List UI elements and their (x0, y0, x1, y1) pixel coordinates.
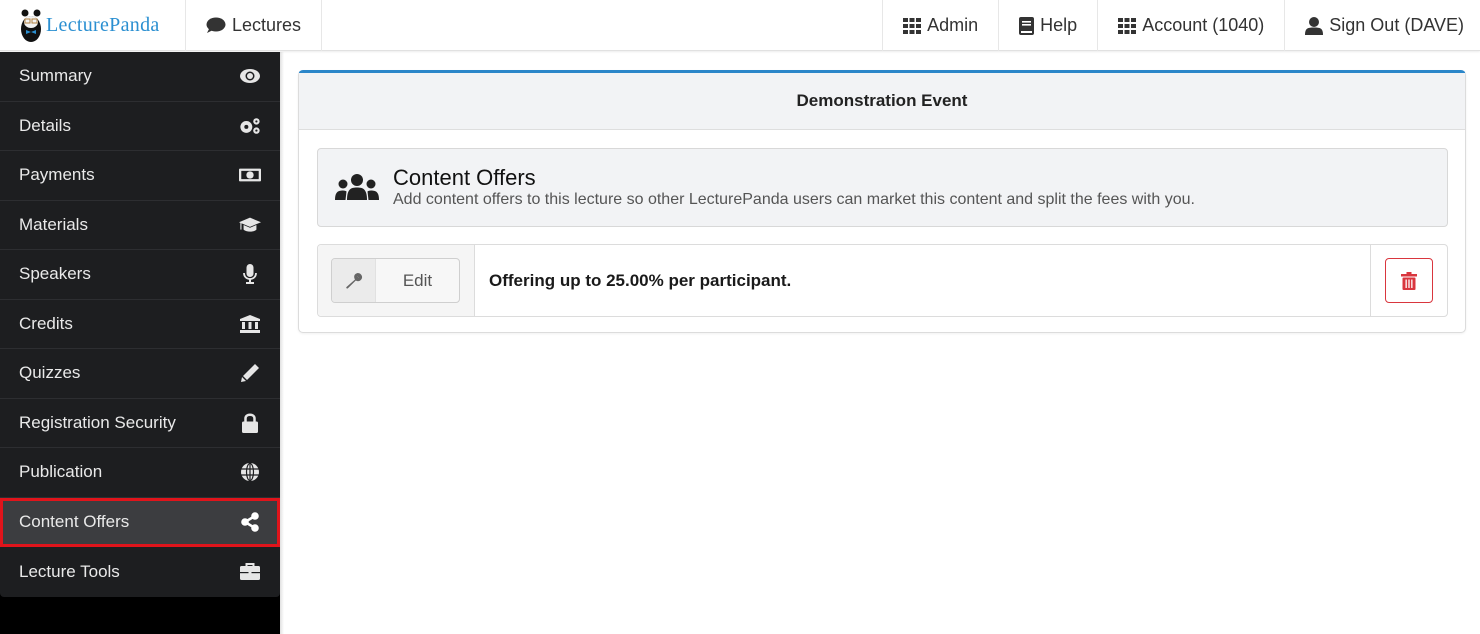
sidebar-item-label: Lecture Tools (19, 561, 120, 581)
globe-icon (239, 462, 261, 482)
nav-help-label: Help (1040, 15, 1078, 35)
money-icon (239, 165, 261, 185)
sidebar-item-label: Materials (19, 214, 88, 234)
share-icon (239, 511, 261, 532)
nav-lectures[interactable]: Lectures (186, 0, 323, 51)
nav-lectures-label: Lectures (232, 15, 302, 35)
nav-right-group: Admin Help Account (1040) Sign Out (DAVE… (882, 0, 1480, 51)
sidebar-shadow (280, 52, 284, 634)
sidebar-item-quizzes[interactable]: Quizzes (0, 349, 280, 399)
brand-logo-link[interactable]: LecturePanda (0, 0, 186, 51)
nav-admin-label: Admin (927, 15, 979, 35)
microphone-icon (239, 264, 261, 285)
sidebar-item-publication[interactable]: Publication (0, 448, 280, 498)
brand-second: Panda (109, 14, 160, 36)
sidebar-menu: Summary Details Payments Materials Speak… (0, 52, 280, 597)
grid-icon (1118, 17, 1137, 34)
brand-name: LecturePanda (46, 14, 160, 37)
offer-delete-cell (1370, 245, 1447, 316)
cogs-icon (239, 116, 261, 136)
nav-help[interactable]: Help (998, 0, 1097, 51)
content-offers-info: Content Offers Add content offers to thi… (317, 148, 1448, 227)
section-description: Add content offers to this lecture so ot… (393, 191, 1195, 208)
brand-first: Lecture (46, 14, 110, 36)
trash-icon (1401, 271, 1417, 290)
sidebar-item-label: Content Offers (19, 511, 130, 531)
panda-logo-icon (21, 9, 41, 42)
sidebar-item-registration-security[interactable]: Registration Security (0, 399, 280, 448)
bank-icon (239, 314, 261, 334)
sidebar-item-label: Quizzes (19, 363, 81, 383)
sidebar-item-label: Details (19, 115, 71, 135)
nav-sign-out-label: Sign Out (DAVE) (1329, 15, 1464, 35)
nav-sign-out[interactable]: Sign Out (DAVE) (1284, 0, 1480, 51)
offer-row: Edit Offering up to 25.00% per participa… (317, 244, 1448, 317)
offer-description: Offering up to 25.00% per participant. (489, 270, 792, 290)
sidebar-item-credits[interactable]: Credits (0, 300, 280, 349)
delete-offer-button[interactable] (1385, 258, 1433, 303)
nav-admin[interactable]: Admin (882, 0, 998, 51)
sidebar-item-label: Summary (19, 66, 92, 86)
wrench-icon (332, 259, 376, 302)
info-text: Content Offers Add content offers to thi… (393, 165, 1195, 210)
section-title: Content Offers (393, 165, 536, 190)
sidebar-item-label: Publication (19, 462, 103, 482)
graduation-cap-icon (239, 215, 261, 235)
grid-icon (903, 17, 922, 34)
edit-label: Edit (402, 270, 433, 290)
sidebar-item-summary[interactable]: Summary (0, 52, 280, 102)
sidebar-item-label: Payments (19, 165, 95, 185)
lock-icon (239, 413, 261, 433)
nav-account[interactable]: Account (1040) (1097, 0, 1284, 51)
sidebar: Summary Details Payments Materials Speak… (0, 52, 280, 634)
panel-title: Demonstration Event (796, 91, 968, 110)
sidebar-item-speakers[interactable]: Speakers (0, 250, 280, 300)
comment-icon (206, 17, 226, 33)
eye-icon (239, 66, 261, 86)
sidebar-item-label: Credits (19, 313, 73, 333)
book-icon (1019, 16, 1035, 35)
users-icon (335, 173, 379, 200)
edit-offer-button[interactable]: Edit (331, 258, 460, 303)
sidebar-item-label: Speakers (19, 264, 91, 284)
briefcase-icon (239, 562, 261, 582)
sidebar-item-lecture-tools[interactable]: Lecture Tools (0, 547, 280, 597)
offer-actions: Edit (318, 245, 475, 316)
pencil-icon (239, 363, 261, 383)
user-icon (1305, 16, 1324, 35)
panel-header: Demonstration Event (299, 73, 1465, 130)
top-navbar: LecturePanda Lectures Admin Help Account… (0, 0, 1480, 51)
sidebar-item-details[interactable]: Details (0, 102, 280, 151)
nav-account-label: Account (1040) (1142, 15, 1265, 35)
sidebar-item-payments[interactable]: Payments (0, 151, 280, 201)
sidebar-item-label: Registration Security (19, 412, 176, 432)
sidebar-item-content-offers[interactable]: Content Offers (0, 497, 280, 547)
sidebar-item-materials[interactable]: Materials (0, 201, 280, 250)
lecture-panel: Demonstration Event Content Offers Add c… (298, 70, 1466, 333)
